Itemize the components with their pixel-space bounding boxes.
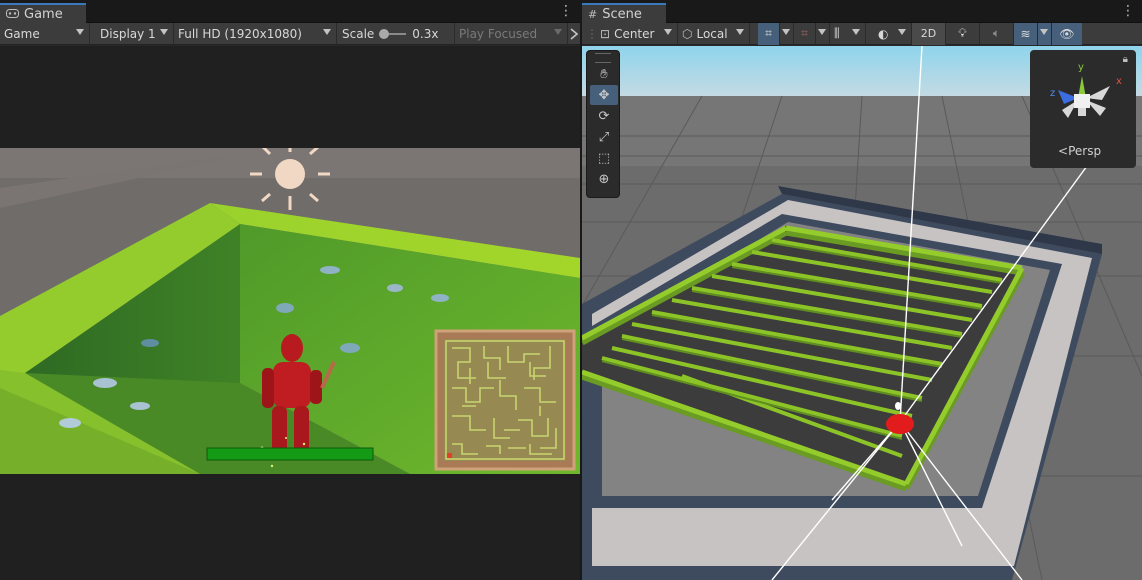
cube-icon: ⬡: [682, 26, 693, 41]
game-panel-menu-icon[interactable]: ⋮: [559, 3, 573, 19]
perspective-icon: <: [1058, 144, 1069, 158]
pivot-mode-value: Center: [614, 26, 655, 41]
axis-y-label: y: [1078, 62, 1084, 73]
play-mode-value: Play Focused: [459, 26, 538, 41]
tab-game[interactable]: Game: [0, 3, 86, 23]
pivot-mode-dropdown[interactable]: ⊡ Center: [596, 22, 678, 45]
minimap-player-marker: [447, 453, 452, 458]
increment-snap-dropdown[interactable]: [816, 22, 830, 45]
lighting-toggle[interactable]: 💡︎: [946, 22, 980, 45]
game-tabbar: Game ⋮: [0, 0, 580, 23]
chevron-down-icon: [554, 28, 562, 35]
game-render-frame: [0, 148, 580, 474]
chevron-down-icon: [160, 28, 168, 35]
scale-control: Scale 0.3x: [337, 22, 455, 45]
play-mode-dropdown[interactable]: Play Focused: [455, 22, 568, 45]
game-panel: Game ⋮ Game Display 1 Full HD (1920x1080…: [0, 0, 580, 580]
stats-icon[interactable]: [568, 23, 580, 45]
scale-value: 0.3x: [412, 26, 439, 41]
grid-icon: #: [588, 7, 598, 21]
game-scene-render: [0, 148, 580, 474]
chevron-down-icon: [1040, 28, 1048, 35]
toggle-2d-button[interactable]: 2D: [912, 22, 946, 45]
scene-visibility-toggle[interactable]: 👁︎: [1052, 22, 1082, 45]
scene-tools-palette: ✋︎ ✥ ⟳ ⤢ ⬚ ⊕: [586, 50, 620, 198]
projection-label: Persp: [1068, 144, 1102, 158]
ruler-dropdown[interactable]: ⫼: [830, 22, 866, 45]
chevron-down-icon: [818, 28, 826, 35]
rotate-tool-icon[interactable]: ⟳: [590, 106, 618, 126]
pivot-center-icon: ⊡: [600, 26, 611, 41]
axis-x-label: x: [1116, 76, 1122, 87]
toolbar-separator: [866, 23, 874, 45]
resolution-value: Full HD (1920x1080): [178, 26, 302, 41]
tab-scene[interactable]: # Scene: [582, 3, 666, 23]
toolbar-separator: [750, 23, 758, 45]
health-bar: [206, 447, 374, 461]
grid-snap-icon: ⌗: [765, 26, 772, 40]
display-value: Display 1: [100, 26, 156, 41]
view-mode-dropdown[interactable]: Game: [0, 22, 90, 45]
light-bulb-icon: 💡︎: [958, 26, 967, 40]
axis-z-label: z: [1050, 88, 1055, 99]
scene-panel-menu-icon[interactable]: ⋮: [1121, 3, 1135, 19]
orientation-gizmo[interactable]: 🔒︎ y x z <Persp: [1030, 50, 1136, 168]
tools-grip[interactable]: [595, 53, 611, 63]
chevron-down-icon: [323, 28, 331, 35]
scale-label: Scale: [342, 26, 375, 41]
tab-game-label: Game: [24, 6, 63, 22]
chevron-down-icon: [736, 28, 744, 35]
tab-scene-label: Scene: [602, 6, 642, 22]
layers-icon: ≋: [1020, 26, 1031, 41]
speaker-icon: 🔈︎: [992, 26, 1001, 40]
chevron-down-icon: [782, 28, 790, 35]
scale-tool-icon[interactable]: ⤢: [590, 127, 618, 147]
scale-slider[interactable]: [379, 28, 407, 39]
projection-toggle[interactable]: <Persp: [1058, 144, 1101, 158]
axis-gizmo-graphic: y x z: [1050, 62, 1122, 118]
scale-slider-handle[interactable]: [379, 28, 390, 39]
toolbar-grip: ⋮: [586, 26, 598, 41]
display-dropdown[interactable]: Display 1: [90, 22, 174, 45]
transform-tool-icon[interactable]: ⊕: [590, 169, 618, 189]
chevron-down-icon: [76, 28, 84, 35]
view-mode-value: Game: [4, 26, 40, 41]
pivot-rotation-dropdown[interactable]: ⬡ Local: [678, 22, 750, 45]
grid-snap-toggle[interactable]: ⌗: [758, 22, 780, 45]
minimap: [434, 329, 576, 471]
unity-editor: Game ⋮ Game Display 1 Full HD (1920x1080…: [0, 0, 1142, 580]
game-toolbar: Game Display 1 Full HD (1920x1080) Scale…: [0, 22, 580, 45]
chevron-down-icon: [664, 28, 672, 35]
audio-toggle[interactable]: 🔈︎: [980, 22, 1014, 45]
hand-tool-icon[interactable]: ✋︎: [590, 64, 618, 84]
chevron-down-icon: [898, 28, 906, 35]
scene-toolbar: ⋮ ⊡ Center ⬡ Local ⌗ ⌗ ⫼ ◐ 2D 💡︎ 🔈︎ ≋ 👁︎: [582, 22, 1142, 45]
draw-mode-dropdown[interactable]: ◐: [874, 22, 912, 45]
toggle-2d-label: 2D: [920, 27, 937, 40]
effects-dropdown[interactable]: [1038, 22, 1052, 45]
scene-panel: # Scene ⋮ ⋮ ⊡ Center ⬡ Local ⌗ ⌗ ⫼ ◐ 2D …: [582, 0, 1142, 580]
scene-viewport[interactable]: ✋︎ ✥ ⟳ ⤢ ⬚ ⊕ 🔒︎ y x z <Persp: [582, 46, 1142, 580]
increment-snap-toggle[interactable]: ⌗: [794, 22, 816, 45]
pivot-rotation-value: Local: [696, 26, 728, 41]
chevron-down-icon: [852, 28, 860, 35]
gamepad-icon: [6, 8, 19, 21]
game-viewport[interactable]: [0, 46, 580, 580]
player-object: [886, 414, 914, 434]
snap-increment-icon: ⌗: [801, 26, 808, 40]
ruler-icon: ⫼: [834, 26, 840, 40]
resolution-dropdown[interactable]: Full HD (1920x1080): [174, 22, 337, 45]
move-tool-icon[interactable]: ✥: [590, 85, 618, 105]
grid-snap-dropdown[interactable]: [780, 22, 794, 45]
shading-sphere-icon: ◐: [878, 26, 889, 41]
effects-toggle[interactable]: ≋: [1014, 22, 1038, 45]
scene-tabbar: # Scene ⋮: [582, 0, 1142, 23]
eye-hidden-icon: 👁︎: [1059, 26, 1075, 41]
rect-tool-icon[interactable]: ⬚: [590, 148, 618, 168]
